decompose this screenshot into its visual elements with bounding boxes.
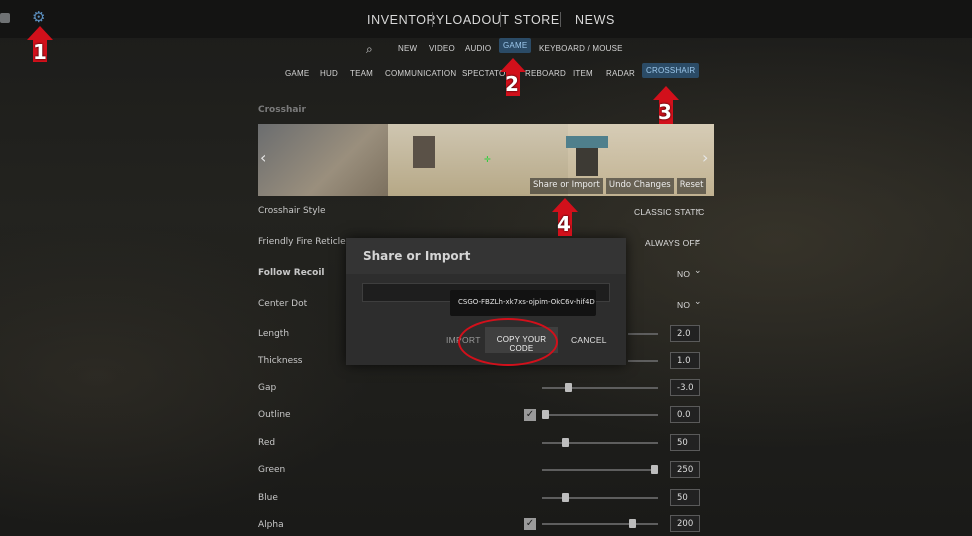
annotation-arrow-icon: [653, 86, 679, 100]
subtab-game[interactable]: GAME: [285, 69, 309, 78]
crosshair-preview: ✛ ‹ › Share or Import Undo Changes Reset: [258, 124, 714, 196]
dialog-title: Share or Import: [363, 249, 471, 263]
chevron-down-icon[interactable]: ⌄: [694, 204, 702, 214]
chevron-down-icon[interactable]: ⌄: [694, 235, 702, 245]
preview-scene: [576, 148, 598, 176]
annotation-arrow-icon: [552, 198, 578, 212]
green-slider[interactable]: [542, 469, 658, 471]
nav-inventory[interactable]: INVENTORY: [367, 13, 445, 27]
gap-slider[interactable]: [542, 387, 658, 389]
nav-separator: [432, 12, 433, 27]
annotation-arrow-icon: [500, 58, 526, 72]
nav-separator: [500, 12, 501, 27]
length-value[interactable]: 2.0: [670, 325, 700, 342]
red-label: Red: [258, 438, 276, 448]
search-icon[interactable]: ⌕: [366, 42, 373, 57]
slider-thumb[interactable]: [629, 519, 637, 528]
slider-thumb[interactable]: [651, 465, 658, 474]
slider-thumb[interactable]: [542, 410, 549, 419]
friendly-fire-value[interactable]: ALWAYS OFF: [645, 238, 700, 248]
annotation-number: 1: [33, 40, 47, 64]
alpha-value[interactable]: 200: [670, 515, 700, 532]
subtab-communication[interactable]: COMMUNICATION: [385, 69, 456, 78]
nav-store[interactable]: STORE: [514, 13, 560, 27]
tab-game-label: GAME: [499, 38, 532, 53]
gap-value[interactable]: -3.0: [670, 379, 700, 396]
center-dot-value[interactable]: NO: [677, 300, 690, 310]
subtab-crosshair[interactable]: CROSSHAIR: [642, 63, 700, 78]
follow-recoil-label: Follow Recoil: [258, 268, 325, 278]
section-title: Crosshair: [258, 105, 306, 115]
alpha-label: Alpha: [258, 520, 284, 530]
blue-label: Blue: [258, 493, 278, 503]
green-value[interactable]: 250: [670, 461, 700, 478]
preview-scene: [413, 136, 435, 168]
slider-thumb[interactable]: [562, 493, 570, 502]
outline-slider[interactable]: [542, 414, 658, 416]
thickness-label: Thickness: [258, 356, 303, 366]
subtab-spectator[interactable]: SPECTATO: [462, 69, 505, 78]
alpha-slider[interactable]: [542, 523, 658, 525]
share-or-import-button[interactable]: Share or Import: [530, 178, 603, 194]
gear-icon[interactable]: ⚙: [32, 10, 45, 25]
slider-thumb[interactable]: [564, 383, 572, 392]
nav-separator: [560, 12, 561, 27]
subtab-scoreboard[interactable]: REBOARD: [525, 69, 566, 78]
red-value[interactable]: 50: [670, 434, 700, 451]
blue-slider[interactable]: [542, 497, 658, 499]
thickness-slider-track[interactable]: [628, 360, 658, 362]
length-label: Length: [258, 329, 290, 339]
tab-new[interactable]: NEW: [398, 44, 417, 53]
center-dot-label: Center Dot: [258, 299, 308, 309]
subtab-team[interactable]: TEAM: [350, 69, 373, 78]
annotation-number: 4: [557, 212, 571, 236]
length-slider-track[interactable]: [628, 333, 658, 335]
tab-video[interactable]: VIDEO: [429, 44, 455, 53]
gap-label: Gap: [258, 383, 277, 393]
crosshair-icon: ✛: [484, 155, 491, 164]
blue-value[interactable]: 50: [670, 489, 700, 506]
subtab-hud[interactable]: HUD: [320, 69, 338, 78]
subtab-crosshair-label: CROSSHAIR: [642, 63, 700, 78]
tab-keyboard-mouse[interactable]: KEYBOARD / MOUSE: [539, 44, 623, 53]
chevron-left-icon[interactable]: ‹: [260, 148, 266, 167]
chevron-right-icon[interactable]: ›: [702, 148, 708, 167]
subtab-radar[interactable]: RADAR: [606, 69, 635, 78]
red-slider[interactable]: [542, 442, 658, 444]
reset-button[interactable]: Reset: [676, 178, 707, 194]
chevron-down-icon[interactable]: ⌄: [694, 297, 702, 307]
crosshair-style-label: Crosshair Style: [258, 206, 326, 216]
tab-game[interactable]: GAME: [499, 38, 532, 53]
alpha-checkbox[interactable]: ✓: [524, 518, 536, 530]
code-tooltip: CSGO-FBZLh-xk7xs-ojpim-OkC6v-hif4D: [450, 290, 596, 316]
media-icon[interactable]: [0, 13, 10, 23]
annotation-arrow-icon: [27, 26, 53, 40]
annotation-number: 2: [505, 72, 519, 96]
preview-scene: [566, 136, 608, 148]
green-label: Green: [258, 465, 286, 475]
share-code: CSGO-FBZLh-xk7xs-ojpim-OkC6v-hif4D: [458, 298, 595, 306]
tab-audio[interactable]: AUDIO: [465, 44, 491, 53]
cancel-button[interactable]: CANCEL: [571, 335, 607, 345]
outline-value[interactable]: 0.0: [670, 406, 700, 423]
follow-recoil-value[interactable]: NO: [677, 269, 690, 279]
annotation-number: 3: [658, 100, 672, 124]
outline-label: Outline: [258, 410, 291, 420]
chevron-down-icon[interactable]: ⌄: [694, 266, 702, 276]
nav-news[interactable]: NEWS: [575, 13, 615, 27]
outline-checkbox[interactable]: ✓: [524, 409, 536, 421]
annotation-ellipse: [458, 318, 558, 366]
subtab-item[interactable]: ITEM: [573, 69, 593, 78]
undo-changes-button[interactable]: Undo Changes: [605, 178, 674, 194]
preview-toolbar: Share or Import Undo Changes Reset: [530, 178, 707, 194]
friendly-fire-label: Friendly Fire Reticle: [258, 237, 346, 247]
thickness-value[interactable]: 1.0: [670, 352, 700, 369]
preview-scene: [258, 124, 388, 196]
slider-thumb[interactable]: [562, 438, 570, 447]
